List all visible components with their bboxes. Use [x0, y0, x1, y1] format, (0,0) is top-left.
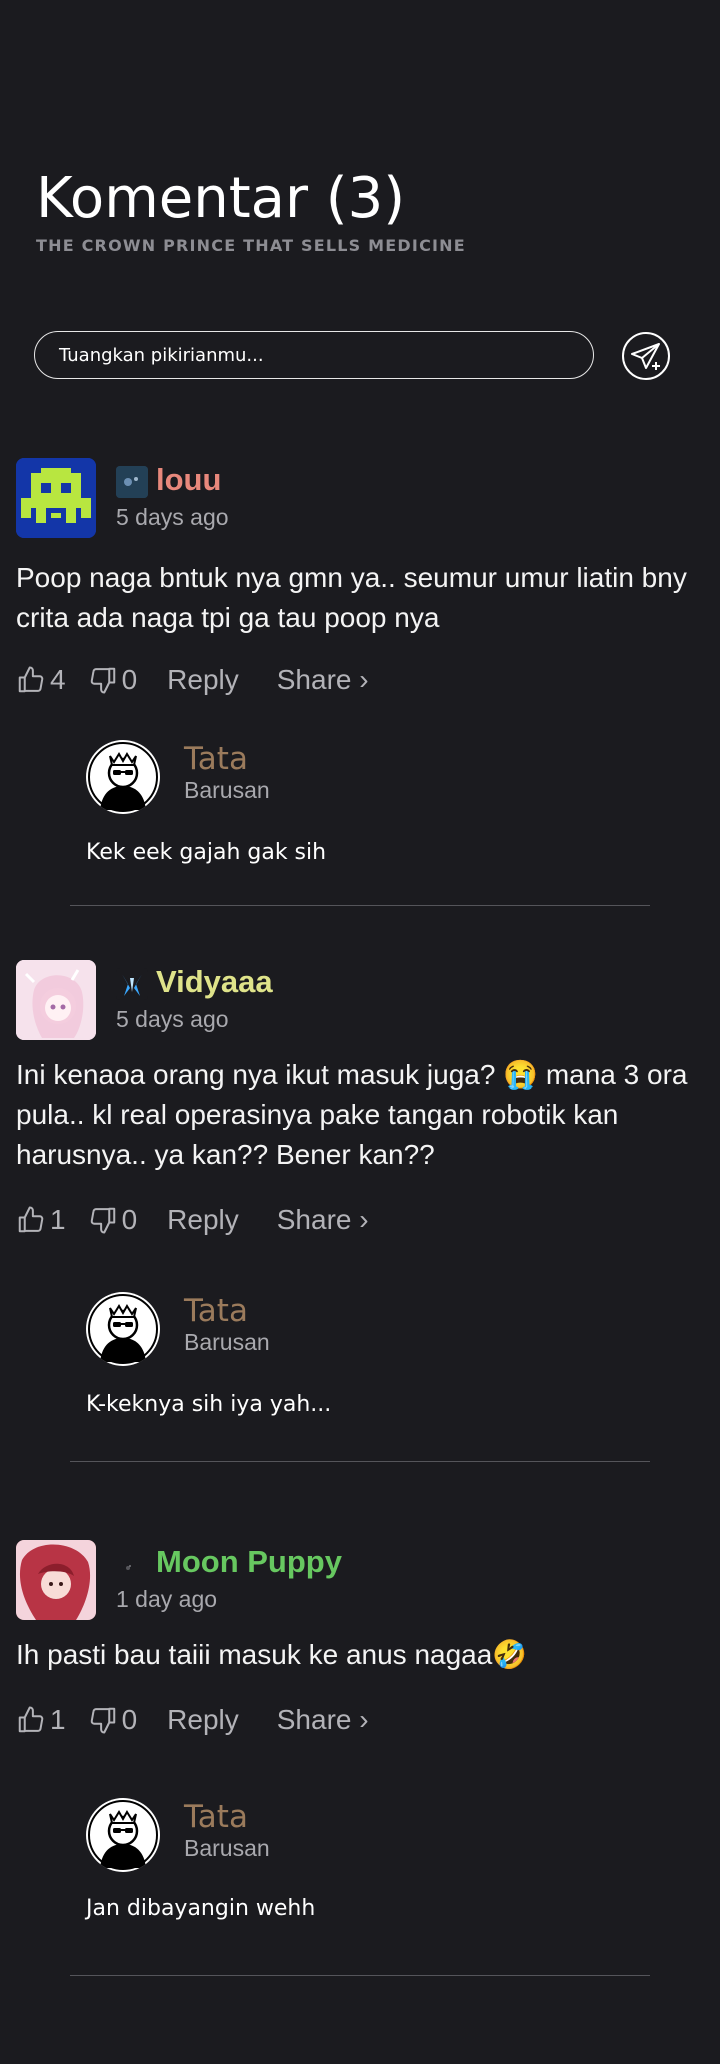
dislike-button[interactable]: 0 — [88, 664, 138, 696]
share-button[interactable]: Share › — [277, 664, 369, 696]
user-badge-icon — [116, 1548, 148, 1580]
reply-text: Kek eek gajah gak sih — [86, 840, 327, 865]
page-title: Komentar (3) — [36, 166, 406, 231]
crown-sunglasses-avatar-icon — [87, 741, 159, 813]
reply-button[interactable]: Reply — [167, 1204, 239, 1236]
like-button[interactable]: 1 — [16, 1704, 66, 1736]
divider — [70, 1461, 650, 1462]
share-button[interactable]: Share › — [277, 1704, 369, 1736]
comment-time: 5 days ago — [116, 504, 229, 530]
dislike-count: 0 — [121, 1704, 138, 1735]
reply-username[interactable]: Tata — [184, 741, 248, 777]
user-badge-icon — [116, 466, 148, 498]
avatar[interactable] — [16, 1540, 96, 1620]
comment-username[interactable]: Vidyaaa — [156, 964, 273, 1000]
comment-time: 5 days ago — [116, 1006, 229, 1032]
share-button[interactable]: Share › — [277, 1204, 369, 1236]
reply-username[interactable]: Tata — [184, 1293, 248, 1329]
user-badge-icon — [116, 968, 148, 1000]
thumbs-up-icon — [18, 1206, 44, 1233]
comment-username[interactable]: louu — [156, 462, 221, 498]
reply-text: K-keknya sih iya yah... — [86, 1392, 332, 1417]
comment-text: Ih pasti bau taiii masuk ke anus nagaa🤣 — [16, 1639, 528, 1670]
comment-actions: 4 0 Reply Share › — [16, 660, 369, 700]
comments-header: Komentar (3) THE CROWN PRINCE THAT SELLS… — [36, 166, 466, 255]
like-count: 4 — [50, 664, 66, 695]
thumbs-up-icon — [18, 666, 44, 693]
reply-time: Barusan — [184, 1329, 270, 1355]
divider — [70, 905, 650, 906]
comment-text: Poop naga bntuk nya gmn ya.. seumur umur… — [16, 562, 687, 633]
thumbs-down-icon — [90, 1207, 115, 1234]
thumbs-down-icon — [90, 667, 115, 694]
red-hair-avatar-icon — [16, 1540, 96, 1620]
like-count: 1 — [50, 1204, 66, 1235]
dislike-button[interactable]: 0 — [88, 1704, 138, 1736]
crown-sunglasses-avatar-icon — [87, 1293, 159, 1365]
reply-text: Jan dibayangin wehh — [86, 1896, 316, 1921]
comment-text: Ini kenaoa orang nya ikut masuk juga? 😭 … — [16, 1059, 688, 1170]
thumbs-down-icon — [90, 1707, 115, 1734]
anime-girl-avatar-icon — [16, 960, 96, 1040]
divider — [70, 1975, 650, 1976]
comment-username[interactable]: Moon Puppy — [156, 1544, 342, 1580]
reply-time: Barusan — [184, 1835, 270, 1861]
comment-actions: 1 0 Reply Share › — [16, 1200, 369, 1240]
reply-avatar[interactable] — [86, 1798, 160, 1872]
crown-sunglasses-avatar-icon — [87, 1799, 159, 1871]
like-button[interactable]: 1 — [16, 1204, 66, 1236]
reply-button[interactable]: Reply — [167, 1704, 239, 1736]
comment-input-placeholder: Tuangkan pikirianmu... — [59, 344, 264, 366]
comment-time: 1 day ago — [116, 1586, 218, 1612]
space-invader-avatar-icon — [16, 458, 96, 538]
like-button[interactable]: 4 — [16, 664, 66, 696]
thumbs-up-icon — [18, 1706, 44, 1733]
reply-time: Barusan — [184, 777, 270, 803]
like-count: 1 — [50, 1704, 66, 1735]
reply-button[interactable]: Reply — [167, 664, 239, 696]
comment-input[interactable]: Tuangkan pikirianmu... — [34, 331, 594, 379]
send-icon — [622, 332, 670, 380]
reply-username[interactable]: Tata — [184, 1799, 248, 1835]
send-button[interactable] — [620, 330, 672, 382]
comment-actions: 1 0 Reply Share › — [16, 1700, 369, 1740]
avatar[interactable] — [16, 960, 96, 1040]
avatar[interactable] — [16, 458, 96, 538]
reply-avatar[interactable] — [86, 740, 160, 814]
dislike-count: 0 — [121, 1204, 138, 1235]
reply-avatar[interactable] — [86, 1292, 160, 1366]
dislike-count: 0 — [121, 664, 138, 695]
series-subtitle: THE CROWN PRINCE THAT SELLS MEDICINE — [36, 236, 466, 255]
dislike-button[interactable]: 0 — [88, 1204, 138, 1236]
